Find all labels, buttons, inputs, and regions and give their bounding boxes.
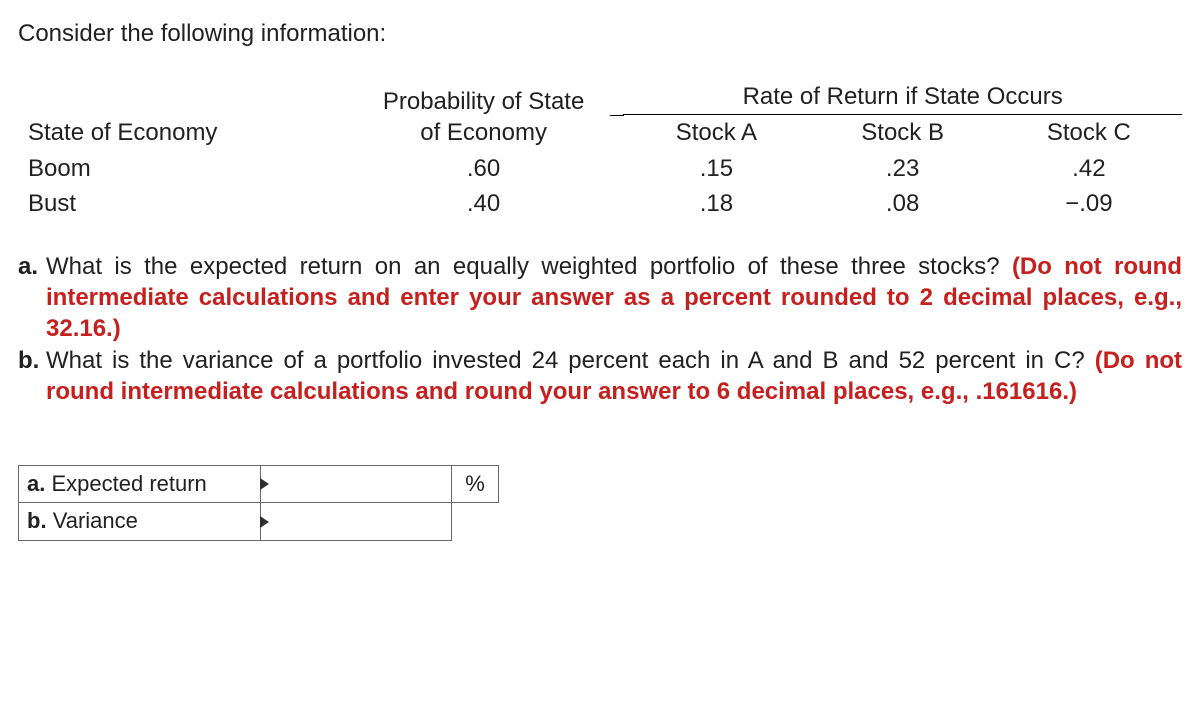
table-row: Boom .60 .15 .23 .42 xyxy=(18,151,1182,186)
stock-c-cell: −.09 xyxy=(996,186,1182,221)
stock-b-header: Stock B xyxy=(810,115,996,151)
variance-input[interactable] xyxy=(261,503,452,541)
state-cell: Bust xyxy=(18,186,344,221)
data-table: Probability of State of Economy Rate of … xyxy=(18,79,1182,221)
question-a-marker: a. xyxy=(18,251,46,345)
rate-header: Rate of Return if State Occurs xyxy=(623,79,1182,115)
question-a: a. What is the expected return on an equ… xyxy=(18,251,1182,345)
question-block: a. What is the expected return on an equ… xyxy=(18,251,1182,407)
answer-a-label: a. Expected return xyxy=(19,465,261,503)
question-b: b. What is the variance of a portfolio i… xyxy=(18,345,1182,407)
question-b-marker: b. xyxy=(18,345,46,407)
stock-a-cell: .15 xyxy=(623,151,809,186)
stock-c-cell: .42 xyxy=(996,151,1182,186)
stock-b-cell: .08 xyxy=(810,186,996,221)
answer-table: a. Expected return % b. Variance xyxy=(18,465,499,541)
stock-c-header: Stock C xyxy=(996,115,1182,151)
answer-a-label-text: Expected return xyxy=(51,471,206,496)
prob-header-line1: Probability of State xyxy=(383,88,584,115)
stock-b-cell: .23 xyxy=(810,151,996,186)
answer-a-unit: % xyxy=(452,465,499,503)
table-row: Bust .40 .18 .08 −.09 xyxy=(18,186,1182,221)
input-caret-icon xyxy=(260,478,269,490)
intro-text: Consider the following information: xyxy=(18,18,1182,49)
answer-b-label-text: Variance xyxy=(53,508,138,533)
answer-b-label: b. Variance xyxy=(19,503,261,541)
state-header: State of Economy xyxy=(18,115,344,151)
question-a-text: What is the expected return on an equall… xyxy=(46,253,1012,280)
prob-header-line2: of Economy xyxy=(420,119,547,146)
prob-cell: .40 xyxy=(344,186,623,221)
prob-cell: .60 xyxy=(344,151,623,186)
stock-a-cell: .18 xyxy=(623,186,809,221)
expected-return-input[interactable] xyxy=(261,465,452,503)
answer-a-marker: a. xyxy=(27,471,45,496)
stock-a-header: Stock A xyxy=(623,115,809,151)
question-b-text: What is the variance of a portfolio inve… xyxy=(46,347,1095,374)
answer-b-marker: b. xyxy=(27,508,47,533)
input-caret-icon xyxy=(260,516,269,528)
state-cell: Boom xyxy=(18,151,344,186)
